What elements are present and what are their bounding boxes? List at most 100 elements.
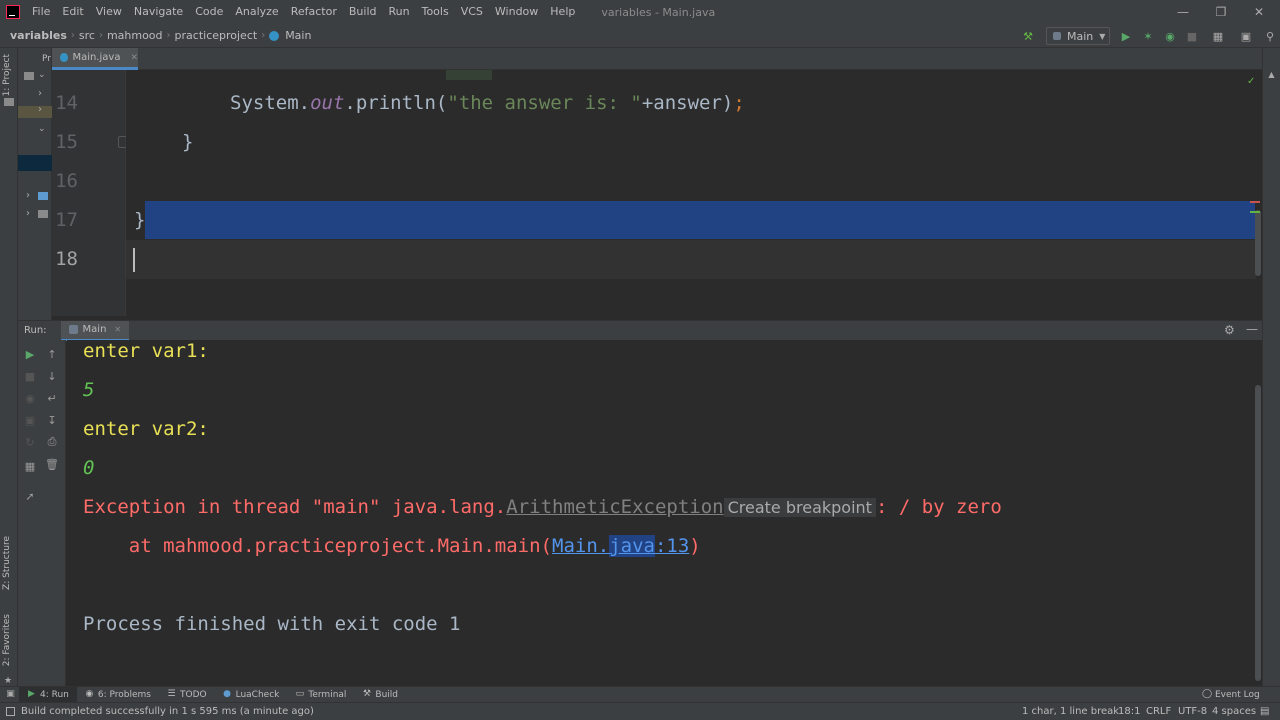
camera-icon[interactable]: ◉ (22, 390, 38, 406)
scroll-up-icon[interactable]: ↑ (44, 346, 60, 362)
chevron-down-icon[interactable]: ⌄ (38, 124, 46, 134)
exit-icon[interactable]: ↻ (22, 434, 38, 450)
chevron-right-icon[interactable]: › (38, 88, 42, 99)
lock-icon[interactable]: ▤ (1260, 703, 1269, 720)
status-message[interactable]: Build completed successfully in 1 s 595 … (21, 706, 314, 717)
tool-tab-luacheck[interactable]: ● LuaCheck (215, 687, 288, 703)
scroll-down-icon[interactable]: ↓ (44, 368, 60, 384)
code-line-17[interactable]: } (134, 201, 145, 240)
menu-code[interactable]: Code (189, 0, 229, 24)
menu-view[interactable]: View (90, 0, 128, 24)
build-hammer-icon[interactable]: ⚒ (1020, 28, 1036, 44)
menu-help[interactable]: Help (544, 0, 581, 24)
coverage-icon[interactable]: ◉ (1162, 28, 1178, 44)
chevron-right-icon[interactable]: › (26, 190, 30, 201)
tool-tab-run[interactable]: ▶ 4: Run (19, 686, 77, 703)
source-link[interactable]: Main. (552, 535, 609, 557)
chevron-right-icon[interactable]: › (38, 104, 42, 115)
change-stripe-marker[interactable] (1250, 211, 1260, 213)
menu-refactor[interactable]: Refactor (285, 0, 343, 24)
scroll-to-end-icon[interactable]: ↧ (44, 412, 60, 428)
layout-icon[interactable]: ▣ (1238, 28, 1254, 44)
project-structure-icon[interactable]: ▦ (1210, 28, 1226, 44)
run-icon[interactable]: ▶ (1118, 28, 1134, 44)
search-icon[interactable]: ⚲ (1262, 28, 1278, 44)
close-icon[interactable]: ✕ (114, 325, 121, 334)
close-icon[interactable]: ✕ (130, 53, 138, 63)
soft-wrap-icon[interactable]: ↵ (44, 390, 60, 406)
print-icon[interactable]: ⎙ (44, 434, 60, 450)
console-input-line: 0 (83, 457, 95, 479)
chevron-right-icon[interactable]: › (26, 208, 30, 219)
tool-tab-label: TODO (180, 689, 207, 700)
tool-tab-todo[interactable]: ☰ TODO (159, 687, 215, 703)
tool-tab-event-log[interactable]: ◯ Event Log (1194, 687, 1268, 703)
menu-analyze[interactable]: Analyze (229, 0, 284, 24)
source-link-selected[interactable]: java (609, 535, 655, 557)
error-stripe-marker[interactable] (1250, 201, 1260, 203)
status-selection-info[interactable]: 1 char, 1 line break (1022, 703, 1119, 720)
restore-layout-icon[interactable]: ▣ (22, 412, 38, 428)
debug-bug-icon[interactable]: ✶ (1140, 28, 1156, 44)
console-scrollbar[interactable] (1255, 385, 1261, 681)
favorites-tool-tab[interactable]: 2: Favorites (2, 614, 12, 666)
run-tab-main[interactable]: Main ✕ (60, 320, 130, 341)
code-line-14[interactable]: System.out.println("the answer is: "+ans… (230, 84, 745, 123)
tool-tab-terminal[interactable]: ▭ Terminal (287, 687, 354, 703)
editor-scrollbar[interactable] (1255, 210, 1261, 276)
menu-window[interactable]: Window (489, 0, 544, 24)
inspection-ok-check-icon[interactable]: ✓ (1247, 76, 1255, 87)
code-editor[interactable]: System.out.println("the answer is: "+ans… (126, 70, 1256, 316)
ant-tool-icon[interactable]: ▲ (1267, 70, 1276, 79)
create-breakpoint-hint[interactable]: Create breakpoint (723, 498, 876, 517)
tab-main-java[interactable]: Main.java ✕ (52, 48, 138, 70)
breadcrumb-class[interactable]: Main (281, 29, 315, 42)
menu-run[interactable]: Run (383, 0, 416, 24)
project-tool-tab[interactable]: 1: Project (2, 54, 12, 96)
menu-tools[interactable]: Tools (416, 0, 455, 24)
minimize-icon[interactable]: — (1164, 0, 1202, 24)
gear-icon[interactable]: ⚙ (1224, 323, 1235, 337)
rerun-icon[interactable]: ▶ (22, 346, 38, 362)
pin-icon[interactable]: ➚ (22, 488, 38, 504)
menu-navigate[interactable]: Navigate (128, 0, 189, 24)
stop-icon[interactable]: ■ (1184, 28, 1200, 44)
tool-tab-build[interactable]: ⚒ Build (354, 687, 406, 703)
tool-tab-label: Build (375, 689, 399, 700)
run-configuration-select[interactable]: Main ▼ (1046, 27, 1110, 45)
run-panel-header: Run: Main ✕ ⚙ — (18, 320, 1262, 341)
exception-class-link[interactable]: ArithmeticException (506, 496, 723, 518)
status-cursor-position[interactable]: 18:1 (1118, 703, 1140, 720)
breadcrumb-subpackage[interactable]: practiceproject (171, 29, 262, 42)
status-toggle-icon[interactable] (6, 707, 15, 716)
breadcrumb-package[interactable]: mahmood (103, 29, 167, 42)
layout-icon[interactable]: ▦ (22, 458, 38, 474)
restore-icon[interactable]: ❐ (1202, 0, 1240, 24)
status-line-separator[interactable]: CRLF (1146, 703, 1171, 720)
stop-icon[interactable]: ■ (22, 368, 38, 384)
clear-all-icon[interactable]: 🗑 (44, 456, 60, 472)
status-indent[interactable]: 4 spaces (1212, 703, 1256, 720)
terminal-icon: ▭ (295, 689, 305, 699)
close-icon[interactable]: ✕ (1240, 0, 1278, 24)
breadcrumb-src[interactable]: src (75, 29, 99, 42)
menu-build[interactable]: Build (343, 0, 383, 24)
project-selected-row[interactable] (18, 155, 52, 171)
tool-windows-icon[interactable]: ▣ (6, 690, 15, 699)
console-output[interactable]: enter var1: 5 enter var2: 0 Exception in… (67, 340, 1254, 686)
structure-tool-tab[interactable]: Z: Structure (2, 536, 12, 590)
tool-tab-problems[interactable]: ◉ 6: Problems (77, 687, 159, 703)
breadcrumb-project[interactable]: variables (6, 29, 71, 42)
hide-panel-icon[interactable]: — (1246, 322, 1258, 336)
chevron-down-icon[interactable]: ⌄ (38, 70, 46, 80)
run-icon: ▶ (28, 689, 35, 699)
problems-icon: ◉ (85, 689, 94, 699)
tree-item-highlight[interactable] (18, 106, 52, 118)
code-line-15[interactable]: } (182, 123, 193, 162)
menu-vcs[interactable]: VCS (455, 0, 489, 24)
source-link-line[interactable]: :13 (655, 535, 689, 557)
menu-file[interactable]: File (26, 0, 56, 24)
menu-edit[interactable]: Edit (56, 0, 89, 24)
run-config-label: Main (1067, 29, 1094, 43)
status-encoding[interactable]: UTF-8 (1178, 703, 1207, 720)
